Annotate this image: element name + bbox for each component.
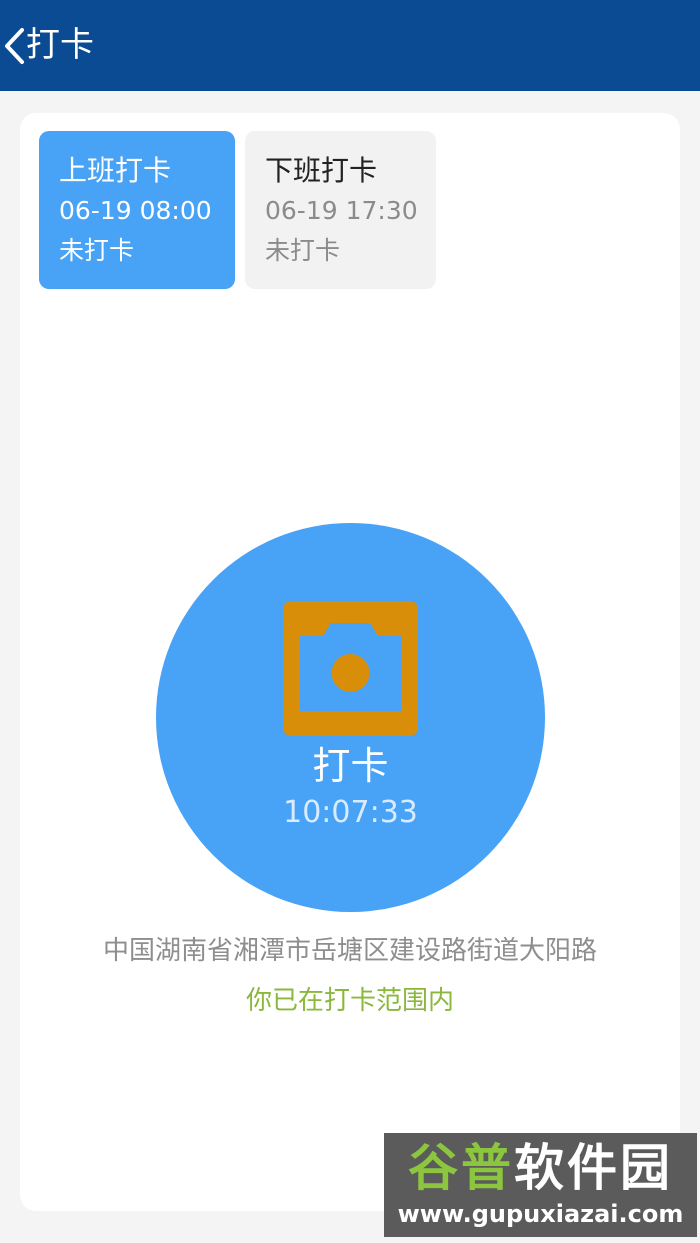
shift-time: 06-19 17:30	[265, 196, 418, 225]
watermark-url: www.gupuxiazai.com	[397, 1200, 684, 1228]
shift-tab-check-in[interactable]: 上班打卡 06-19 08:00 未打卡	[39, 131, 235, 289]
punch-button[interactable]: 打卡 10:07:33	[156, 523, 545, 912]
watermark-brand-green: 谷普	[408, 1139, 514, 1197]
shift-status: 未打卡	[59, 236, 135, 265]
app-header: 打卡	[0, 0, 700, 91]
shift-status: 未打卡	[265, 236, 341, 265]
watermark-brand-white: 软件园	[514, 1139, 673, 1197]
range-status: 你已在打卡范围内	[245, 986, 454, 1016]
shift-title: 下班打卡	[265, 154, 378, 187]
shift-tab-check-out[interactable]: 下班打卡 06-19 17:30 未打卡	[245, 131, 436, 289]
chevron-left-icon	[5, 28, 24, 64]
page-title: 打卡	[26, 25, 94, 65]
attendance-card: 上班打卡 06-19 08:00 未打卡 下班打卡 06-19 17:30 未打…	[20, 113, 680, 1211]
shift-time: 06-19 08:00	[59, 196, 212, 225]
location-address: 中国湖南省湘潭市岳塘区建设路街道大阳路	[102, 936, 597, 966]
punch-label: 打卡	[312, 744, 389, 788]
shift-title: 上班打卡	[59, 154, 172, 187]
camera-icon	[283, 601, 418, 736]
current-time: 10:07:33	[283, 795, 418, 830]
watermark-brand: 谷普软件园	[384, 1139, 697, 1197]
watermark-logo: 谷普软件园 www.gupuxiazai.com	[384, 1133, 697, 1237]
